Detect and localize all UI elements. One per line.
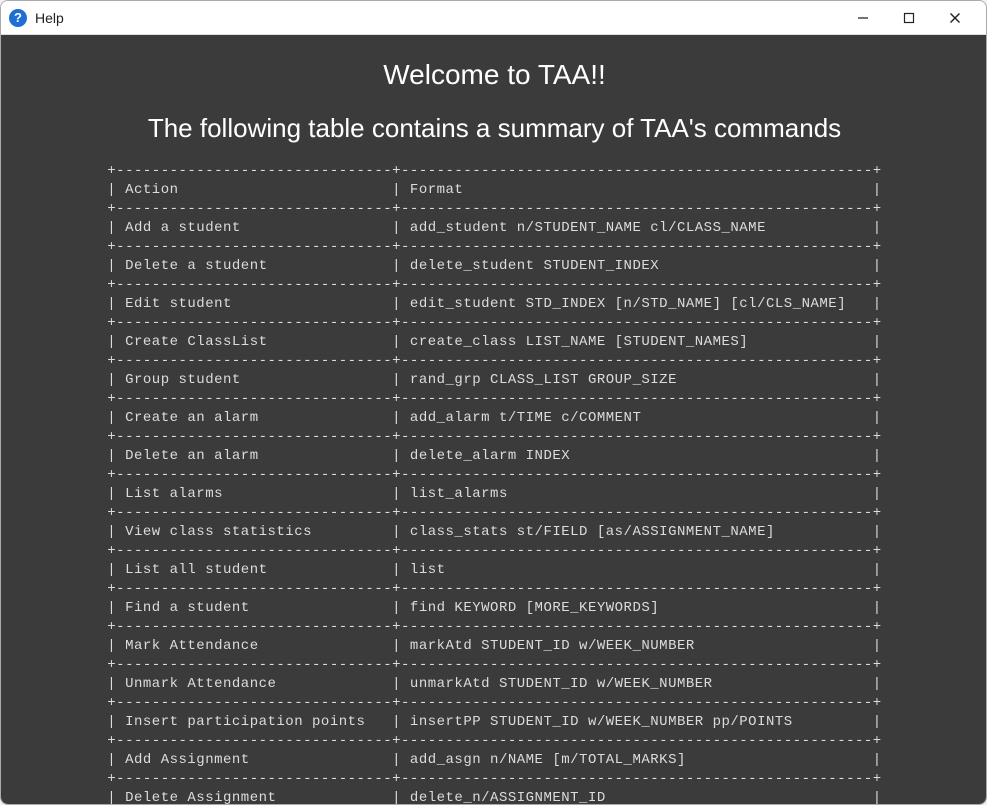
page-title: Welcome to TAA!! xyxy=(27,59,962,91)
minimize-icon xyxy=(857,12,869,24)
command-table: +-------------------------------+-------… xyxy=(107,162,881,805)
minimize-button[interactable] xyxy=(840,1,886,35)
scroll-pane[interactable]: Welcome to TAA!! The following table con… xyxy=(11,45,978,805)
close-button[interactable] xyxy=(932,1,978,35)
page-subtitle: The following table contains a summary o… xyxy=(27,113,962,144)
maximize-icon xyxy=(903,12,915,24)
titlebar: ? Help xyxy=(1,1,986,35)
maximize-button[interactable] xyxy=(886,1,932,35)
help-window: ? Help Welcome to TAA!! The following ta… xyxy=(0,0,987,805)
content-area: Welcome to TAA!! The following table con… xyxy=(1,35,986,805)
close-icon xyxy=(949,12,961,24)
window-title: Help xyxy=(35,10,64,26)
help-icon: ? xyxy=(9,9,27,27)
